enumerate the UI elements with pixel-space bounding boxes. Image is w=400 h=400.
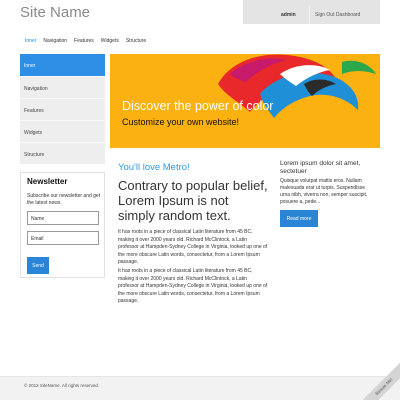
newsletter-description: Subscribe our newsletter and get the lat… (27, 193, 101, 206)
main-paragraph: It has roots in a piece of classical Lat… (118, 268, 268, 304)
site-title[interactable]: Site Name (20, 4, 90, 21)
topnav-item-structure[interactable]: Structure (126, 38, 146, 44)
main-subtitle: You'll love Metro! (118, 162, 190, 173)
banner-headline: Discover the power of color (122, 99, 274, 113)
sidebar-item-inner[interactable]: Inner (20, 54, 105, 76)
sidebar-item-widgets[interactable]: Widgets (20, 120, 105, 142)
sidebar-item-structure[interactable]: Structure (20, 142, 105, 164)
topnav-item-widgets[interactable]: Widgets (101, 38, 119, 44)
newsletter-widget: Newsletter Subscribe our newsletter and … (20, 172, 105, 278)
read-more-button[interactable]: Read more (280, 210, 318, 227)
user-bar: admin Sign Out Dashboard (243, 0, 380, 24)
sidebar-item-features[interactable]: Features (20, 98, 105, 120)
hero-banner: Discover the power of color Customize yo… (110, 54, 380, 148)
main-paragraph: It has roots in a piece of classical Lat… (118, 229, 268, 265)
aside-text: Quisque volutpat mattis eros. Nullam mal… (280, 178, 368, 205)
sidebar: Inner Navigation Features Widgets Struct… (20, 54, 105, 164)
sidebar-item-navigation[interactable]: Navigation (20, 76, 105, 98)
topnav-item-navigation[interactable]: Navigation (43, 38, 67, 44)
main-heading: Contrary to popular belief, Lorem Ipsum … (118, 178, 268, 223)
sign-out-link[interactable]: Sign Out Dashboard (315, 12, 360, 21)
topnav-item-features[interactable]: Features (74, 38, 94, 44)
footer: © 2012 SiteName. All rights reserved. (0, 376, 400, 400)
banner-subheadline: Customize your own website! (122, 117, 240, 127)
user-bar-divider (309, 6, 310, 24)
newsletter-email-field[interactable]: Email (27, 231, 99, 245)
top-navigation: Inner Navigation Features Widgets Struct… (25, 38, 146, 44)
newsletter-title: Newsletter (27, 177, 68, 186)
aside-title: Lorem ipsum dolor sit amet, sectetuer (280, 160, 361, 175)
newsletter-send-button[interactable]: Send (27, 257, 49, 274)
newsletter-name-field[interactable]: Name (27, 211, 99, 225)
copyright-text: © 2012 SiteName. All rights reserved. (24, 383, 100, 388)
user-name[interactable]: admin (281, 12, 296, 21)
topnav-item-inner[interactable]: Inner (25, 38, 36, 44)
